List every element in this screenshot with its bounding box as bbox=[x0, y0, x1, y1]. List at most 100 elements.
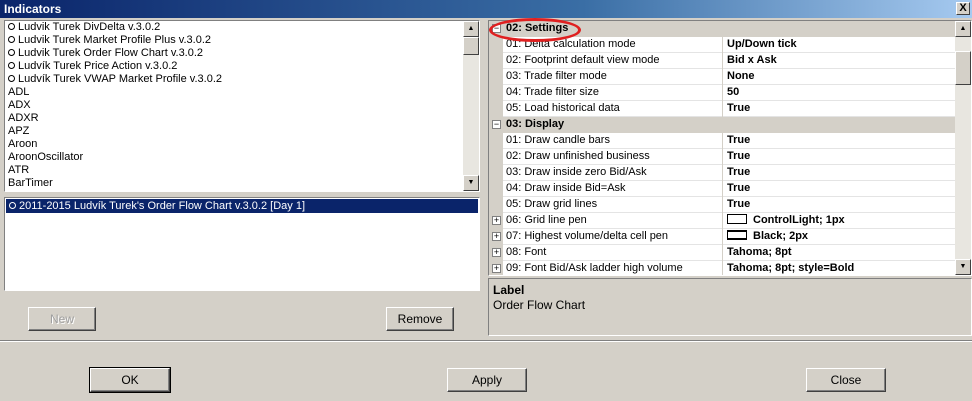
column-divider bbox=[722, 85, 723, 101]
expand-icon[interactable]: + bbox=[492, 232, 501, 241]
list-item-label: ATR bbox=[8, 164, 30, 176]
column-divider bbox=[722, 245, 723, 261]
property-grid[interactable]: −02: Settings 01: Delta calculation mode U… bbox=[488, 20, 972, 276]
column-divider bbox=[722, 213, 723, 229]
expand-icon[interactable]: + bbox=[492, 264, 501, 273]
property-grid-scrollbar[interactable]: ▲ ▼ bbox=[955, 21, 971, 275]
property-value[interactable]: True bbox=[727, 198, 750, 210]
property-row[interactable]: 02: Footprint default view mode Bid x Ask bbox=[489, 53, 956, 69]
property-name: 09: Font Bid/Ask ladder high volume bbox=[506, 262, 683, 274]
list-item-label: Ludvik Turek Order Flow Chart v.3.0.2 bbox=[18, 47, 204, 59]
new-button[interactable]: New bbox=[28, 307, 96, 331]
property-value[interactable]: None bbox=[727, 70, 755, 82]
annotation-circle bbox=[489, 18, 581, 42]
property-row[interactable]: +06: Grid line pen ControlLight; 1px bbox=[489, 213, 956, 229]
property-name: 02: Footprint default view mode bbox=[506, 54, 660, 66]
list-item[interactable]: ADX bbox=[5, 99, 479, 112]
property-value-text: True bbox=[727, 198, 751, 210]
list-item[interactable]: ADXR bbox=[5, 112, 479, 125]
list-item[interactable]: Ludvik Turek Market Profile Plus v.3.0.2 bbox=[5, 34, 479, 47]
list-item[interactable]: BarTimer bbox=[5, 177, 479, 190]
list-item[interactable]: Ludvik Turek Order Flow Chart v.3.0.2 bbox=[5, 47, 479, 60]
column-divider bbox=[722, 229, 723, 245]
ok-button[interactable]: OK bbox=[89, 367, 171, 393]
list-item[interactable]: Aroon bbox=[5, 138, 479, 151]
applied-indicator-item[interactable]: 2011-2015 Ludvík Turek's Order Flow Char… bbox=[6, 199, 478, 213]
property-value[interactable]: True bbox=[727, 134, 750, 146]
scroll-down-icon[interactable]: ▼ bbox=[463, 175, 479, 191]
apply-button[interactable]: Apply bbox=[447, 368, 527, 392]
scroll-down-icon[interactable]: ▼ bbox=[955, 259, 971, 275]
column-divider bbox=[722, 37, 723, 53]
property-name: 02: Draw unfinished business bbox=[506, 150, 650, 162]
list-item-label: BarTimer bbox=[8, 177, 53, 189]
property-value[interactable]: True bbox=[727, 166, 750, 178]
list-item[interactable]: Ludvik Turek DivDelta v.3.0.2 bbox=[5, 21, 479, 34]
indicator-list[interactable]: Ludvik Turek DivDelta v.3.0.2 Ludvik Ture… bbox=[4, 20, 480, 192]
scroll-up-icon[interactable]: ▲ bbox=[463, 21, 479, 37]
list-item[interactable]: APZ bbox=[5, 125, 479, 138]
property-value[interactable]: Tahoma; 8pt bbox=[727, 246, 792, 258]
row-gutter bbox=[489, 69, 503, 85]
property-name: 04: Draw inside Bid=Ask bbox=[506, 182, 626, 194]
property-row[interactable]: 04: Trade filter size 50 bbox=[489, 85, 956, 101]
pen-swatch-icon bbox=[727, 230, 747, 241]
property-name: 04: Trade filter size bbox=[506, 86, 599, 98]
row-gutter bbox=[489, 85, 503, 101]
list-item-label: Aroon bbox=[8, 138, 38, 150]
description-panel: Label Order Flow Chart bbox=[488, 278, 972, 336]
property-value[interactable]: Up/Down tick bbox=[727, 38, 797, 50]
collapse-icon[interactable]: − bbox=[492, 120, 501, 129]
property-row[interactable]: 04: Draw inside Bid=Ask True bbox=[489, 181, 956, 197]
radio-icon bbox=[9, 202, 16, 209]
property-value-text: True bbox=[727, 134, 751, 146]
separator bbox=[0, 340, 972, 342]
property-row[interactable]: +09: Font Bid/Ask ladder high volume Taho… bbox=[489, 261, 956, 275]
list-item[interactable]: AroonOscillator bbox=[5, 151, 479, 164]
property-value[interactable]: Black; 2px bbox=[727, 230, 808, 242]
close-window-button[interactable]: X bbox=[956, 2, 970, 15]
list-item[interactable]: ATR bbox=[5, 164, 479, 177]
indicator-list-scrollbar[interactable]: ▲ ▼ bbox=[463, 21, 479, 191]
property-value[interactable]: True bbox=[727, 150, 750, 162]
property-row[interactable]: 01: Draw candle bars True bbox=[489, 133, 956, 149]
property-value[interactable]: Bid x Ask bbox=[727, 54, 777, 66]
list-item[interactable]: Ludvík Turek VWAP Market Profile v.3.0.2 bbox=[5, 73, 479, 86]
property-row[interactable]: +07: Highest volume/delta cell pen Black;… bbox=[489, 229, 956, 245]
property-row[interactable]: 03: Trade filter mode None bbox=[489, 69, 956, 85]
property-value[interactable]: ControlLight; 1px bbox=[727, 214, 845, 226]
property-row[interactable]: 05: Draw grid lines True bbox=[489, 197, 956, 213]
column-divider bbox=[722, 261, 723, 275]
column-divider bbox=[722, 181, 723, 197]
property-row[interactable]: 05: Load historical data True bbox=[489, 101, 956, 117]
property-category[interactable]: −03: Display bbox=[489, 117, 956, 133]
property-value[interactable]: 50 bbox=[727, 86, 739, 98]
property-row[interactable]: 02: Draw unfinished business True bbox=[489, 149, 956, 165]
list-item[interactable]: ADL bbox=[5, 86, 479, 99]
scroll-thumb[interactable] bbox=[463, 37, 479, 55]
property-row[interactable]: 03: Draw inside zero Bid/Ask True bbox=[489, 165, 956, 181]
column-divider bbox=[722, 149, 723, 165]
property-name: 05: Load historical data bbox=[506, 102, 620, 114]
expand-icon[interactable]: + bbox=[492, 216, 501, 225]
column-divider bbox=[722, 197, 723, 213]
property-value[interactable]: True bbox=[727, 182, 750, 194]
property-value[interactable]: Tahoma; 8pt; style=Bold bbox=[727, 262, 854, 274]
remove-button[interactable]: Remove bbox=[386, 307, 454, 331]
property-row[interactable]: +08: Font Tahoma; 8pt bbox=[489, 245, 956, 261]
scroll-up-icon[interactable]: ▲ bbox=[955, 21, 971, 37]
expand-icon[interactable]: + bbox=[492, 248, 501, 257]
close-button[interactable]: Close bbox=[806, 368, 886, 392]
applied-indicator-list[interactable]: 2011-2015 Ludvík Turek's Order Flow Char… bbox=[4, 197, 480, 291]
list-item-label: AroonOscillator bbox=[8, 151, 84, 163]
property-value-text: Up/Down tick bbox=[727, 38, 797, 50]
title-bar: Indicators X bbox=[0, 0, 972, 18]
scroll-thumb[interactable] bbox=[955, 51, 971, 85]
property-value-text: True bbox=[727, 166, 751, 178]
list-item[interactable]: Ludvík Turek Price Action v.3.0.2 bbox=[5, 60, 479, 73]
row-gutter bbox=[489, 37, 503, 53]
property-value[interactable]: True bbox=[727, 102, 750, 114]
column-divider bbox=[722, 53, 723, 69]
list-item-label: Ludvik Turek DivDelta v.3.0.2 bbox=[18, 21, 161, 33]
property-name: 03: Trade filter mode bbox=[506, 70, 607, 82]
